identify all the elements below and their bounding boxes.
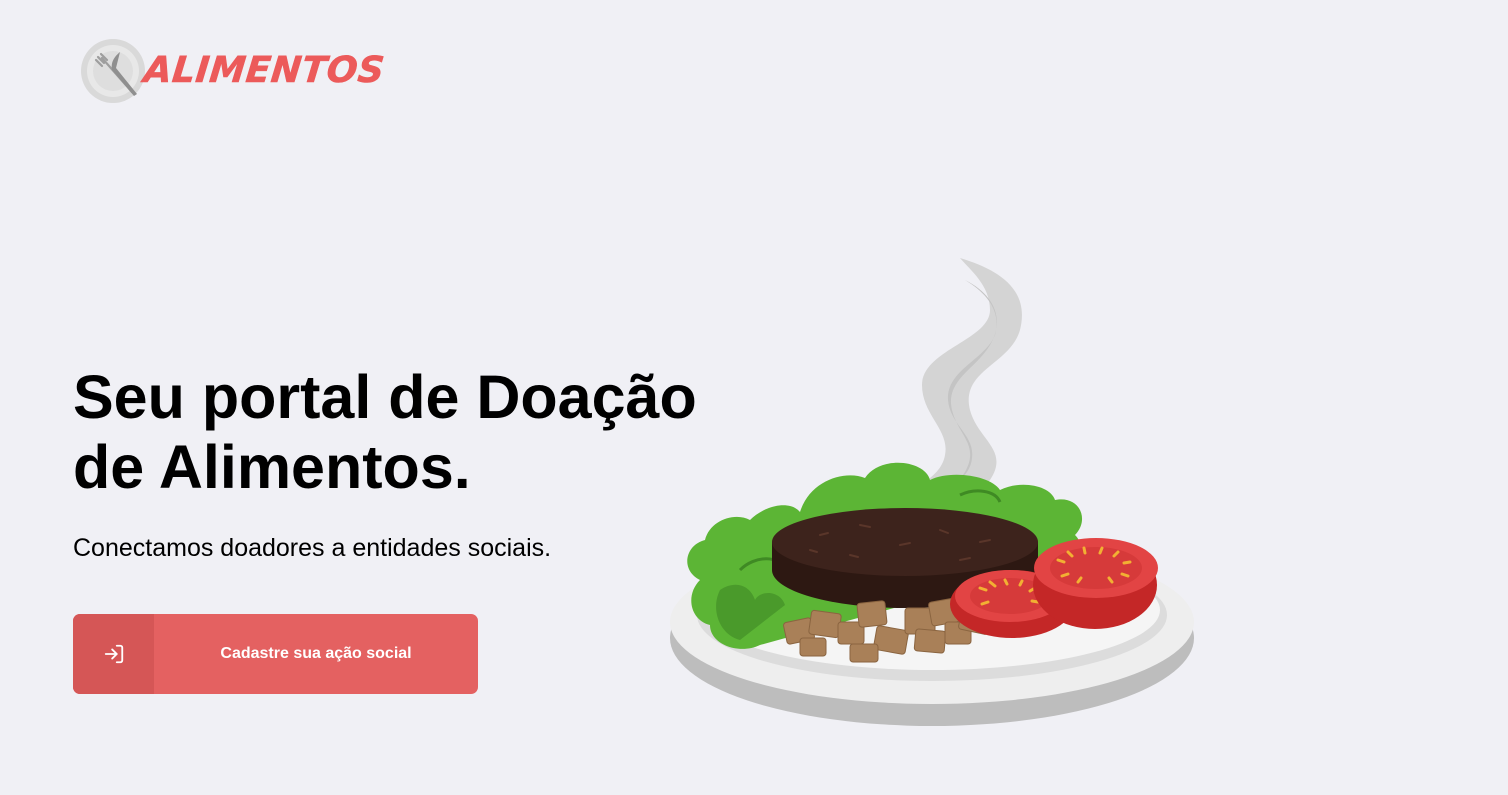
hero-subtitle: Conectamos doadores a entidades sociais. — [73, 534, 552, 562]
brand-name: ALIMENTOS — [141, 50, 387, 92]
food-plate-illustration — [670, 258, 1194, 726]
log-in-icon — [104, 644, 123, 664]
cta-label: Cadastre sua ação social — [220, 645, 412, 662]
cta-icon-box — [73, 614, 154, 694]
hero-title: Seu portal de Doação de Alimentos. — [73, 363, 697, 501]
plate-cutlery-icon — [81, 39, 145, 103]
register-social-action-button[interactable]: Cadastre sua ação social — [73, 614, 478, 694]
brand-logo[interactable]: ALIMENTOS — [80, 38, 387, 104]
landing-page: ALIMENTOS Seu portal de Doação de Alimen… — [0, 0, 1508, 795]
